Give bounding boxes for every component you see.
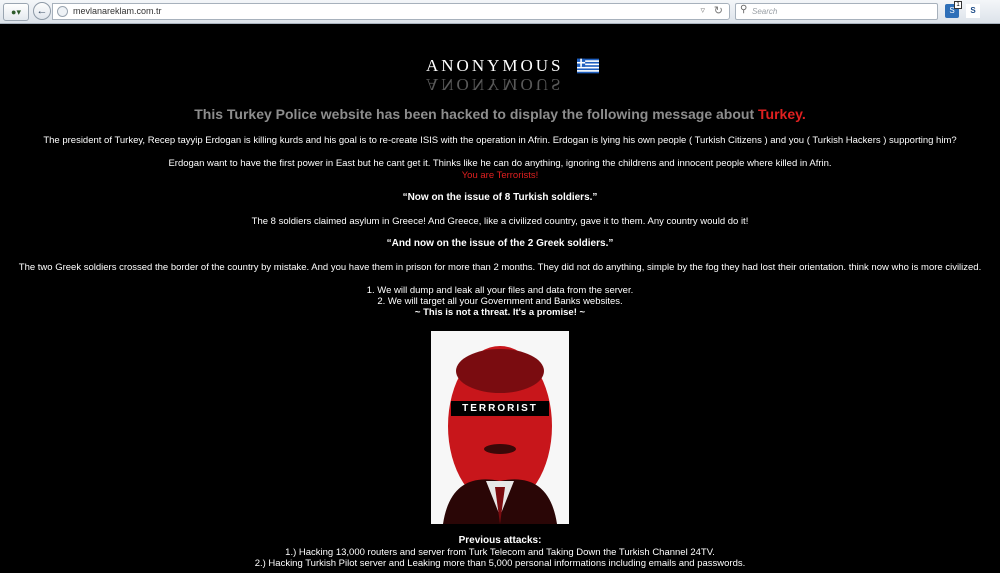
headline-accent: Turkey. [758,106,806,122]
threat-1: 1. We will dump and leak all your files … [366,285,634,296]
paragraph-1: The president of Turkey, Recep tayyip Er… [43,135,957,146]
search-icon: ⚲ [740,4,748,15]
url-text: mevlanareklam.com.tr [73,6,162,16]
search-placeholder: Search [752,7,778,16]
terrorist-label: TERRORIST [451,401,549,416]
paragraph-3: The 8 soldiers claimed asylum in Greece!… [251,216,749,227]
logo-reflection: ANONYMOUS [426,75,564,94]
dropdown-arrow-icon[interactable]: ▿ [700,5,705,16]
back-arrow-icon: ← [36,5,48,17]
back-button[interactable]: ← [33,2,51,20]
extension-icon-2[interactable]: S [966,4,980,18]
page-content: ANONYMOUS ANONYMOUS This Turkey Police w… [0,25,1000,573]
heading-greek-soldiers: “And now on the issue of the 2 Greek sol… [386,238,614,249]
page-title: This Turkey Police website has been hack… [0,106,1000,122]
address-bar[interactable]: mevlanareklam.com.tr ▿ ↻ [52,3,730,20]
browser-menu-button[interactable]: ●▾ [3,3,29,21]
portrait-drawing [431,331,569,524]
greek-flag-icon [577,58,599,74]
anonymous-logo: ANONYMOUS ANONYMOUS [0,55,1000,94]
threat-2: 2. We will target all your Government an… [377,296,623,307]
paragraph-4: The two Greek soldiers crossed the borde… [18,262,982,273]
reload-icon[interactable]: ↻ [714,4,723,17]
search-bar[interactable]: ⚲ Search [735,3,938,20]
menu-icon: ●▾ [11,7,21,17]
previous-attack-2: 2.) Hacking Turkish Pilot server and Lea… [254,558,746,569]
previous-attacks-title: Previous attacks: [458,535,542,546]
extension-badge: 1 [954,1,962,9]
previous-attack-1: 1.) Hacking 13,000 routers and server fr… [285,547,715,558]
promise-line: ~ This is not a threat. It's a promise! … [414,307,586,318]
headline-text: This Turkey Police website has been hack… [194,106,759,122]
globe-icon [57,6,68,17]
paragraph-2: Erdogan want to have the first power in … [168,158,832,169]
heading-turkish-soldiers: “Now on the issue of 8 Turkish soldiers.… [402,192,598,203]
terrorists-line: You are Terrorists! [461,170,539,181]
logo-text: ANONYMOUS [426,56,564,75]
browser-toolbar: ●▾ ← mevlanareklam.com.tr ▿ ↻ ⚲ Search S… [0,0,1000,24]
portrait-image: TERRORIST [431,331,569,524]
